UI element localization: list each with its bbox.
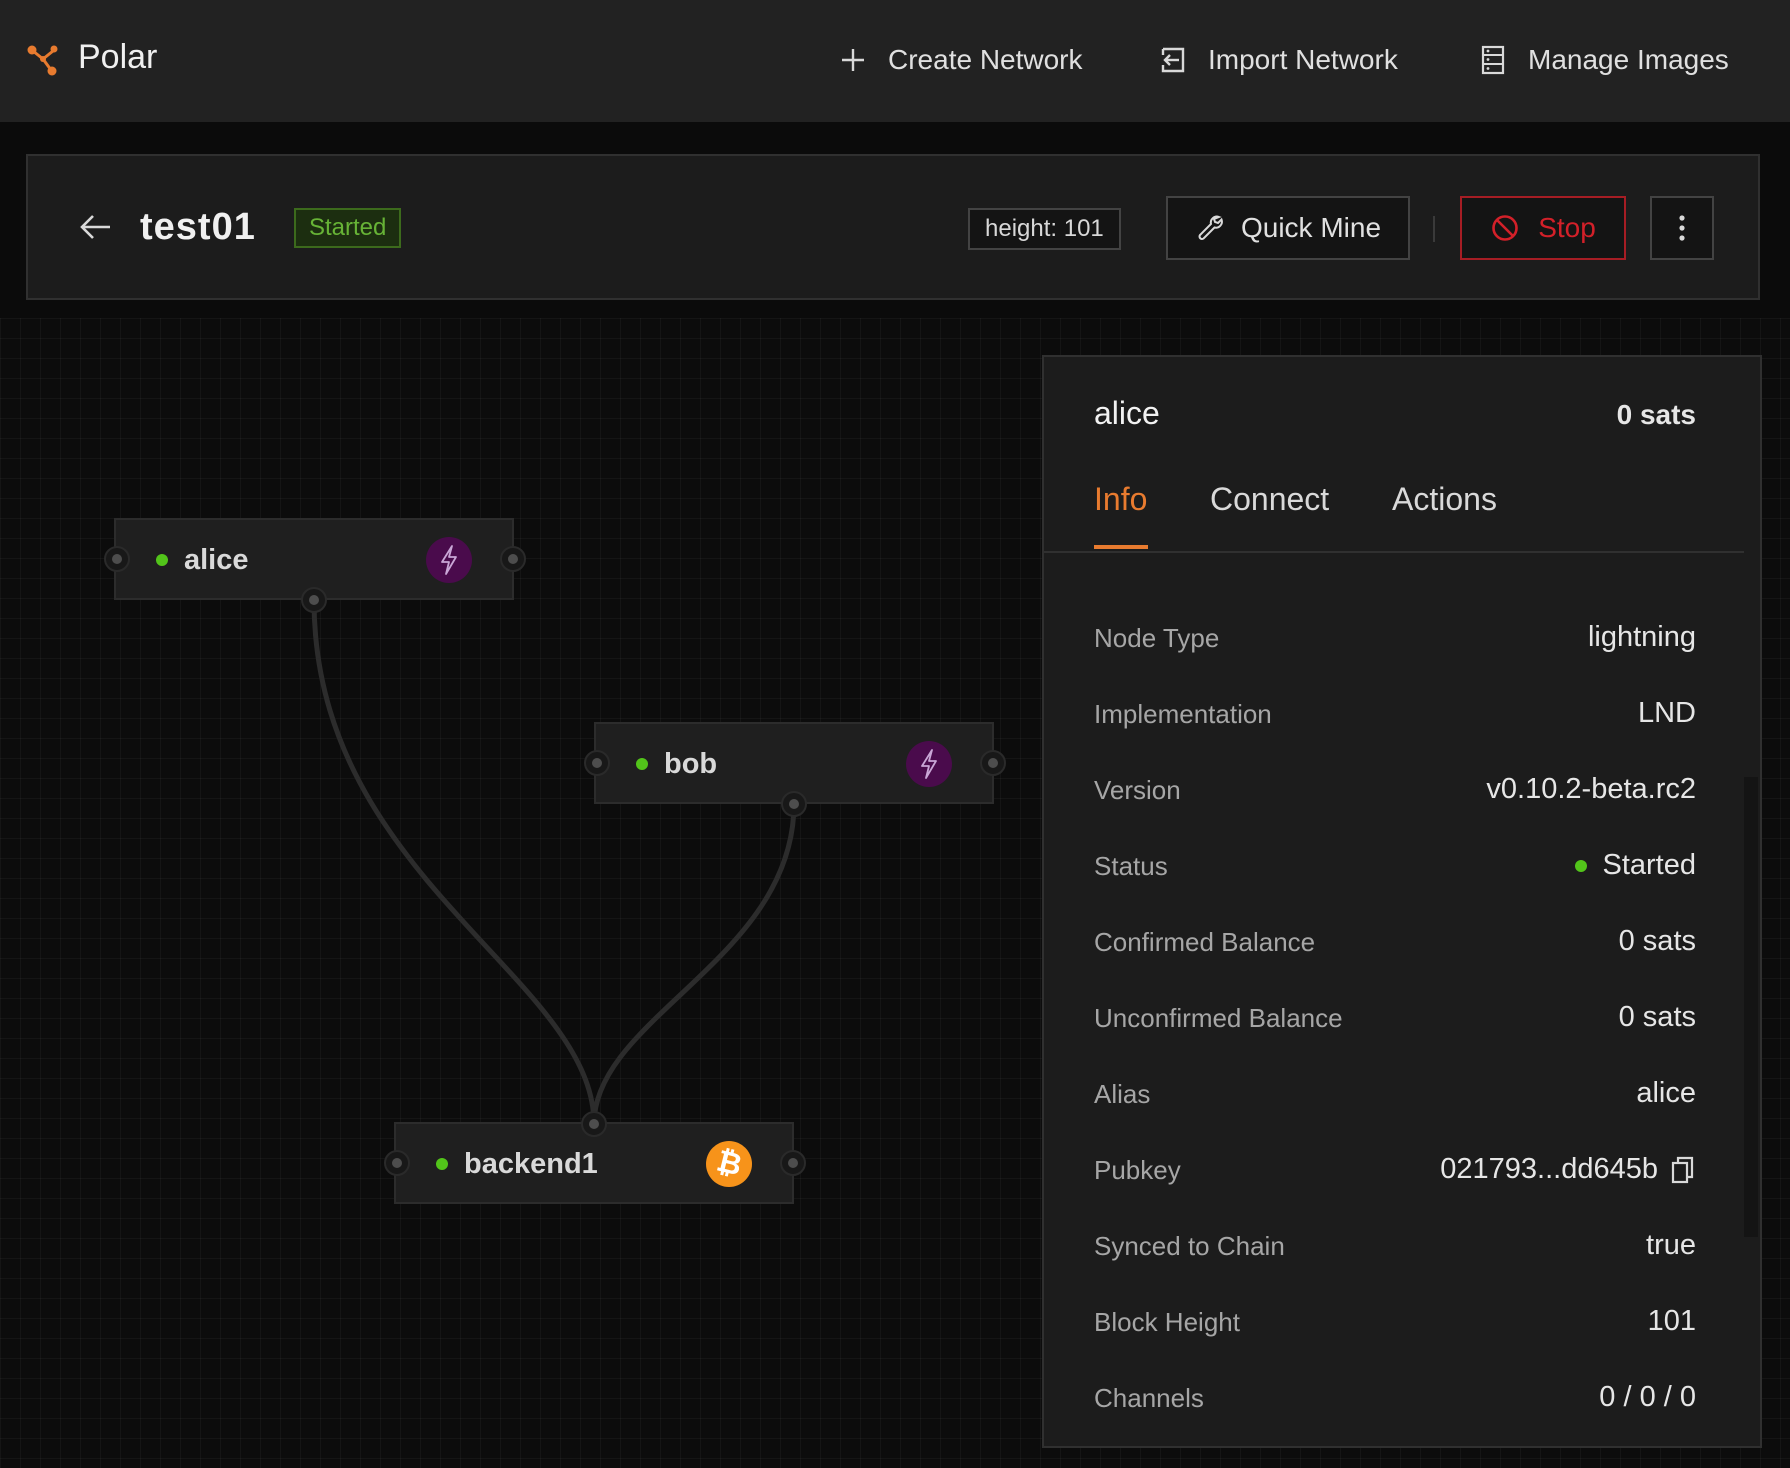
stop-button[interactable]: Stop [1460,196,1626,260]
detail-row-status: Status Started [1094,847,1696,887]
plus-icon [838,45,868,75]
detail-row-channels: Channels 0 / 0 / 0 [1094,1379,1696,1419]
tab-info[interactable]: Info [1094,481,1147,518]
detail-key: Node Type [1094,623,1220,653]
manage-images-label: Manage Images [1528,44,1729,75]
quick-mine-button[interactable]: Quick Mine [1166,196,1410,260]
detail-row-implementation: Implementation LND [1094,695,1696,735]
node-name: backend1 [464,1148,598,1180]
detail-row-confirmed-balance: Confirmed Balance 0 sats [1094,923,1696,963]
link-alice-backend1 [311,599,597,1125]
alice-port-left[interactable] [104,546,130,572]
manage-images-button[interactable]: Manage Images [1478,38,1729,82]
node-name: bob [664,748,718,780]
bitcoin-icon: ₿ [706,1141,752,1187]
detail-value: 101 [1647,1305,1696,1337]
detail-value: 021793...dd645b [1440,1153,1696,1186]
detail-row-block-height: Block Height 101 [1094,1303,1696,1343]
lightning-icon [426,537,472,583]
detail-value: 0 / 0 / 0 [1599,1381,1696,1413]
more-options-button[interactable] [1650,196,1714,260]
stop-icon [1492,215,1518,241]
quick-mine-label: Quick Mine [1240,212,1382,243]
detail-key: Version [1094,775,1181,805]
network-status-badge: Started [294,208,402,248]
import-network-label: Import Network [1208,44,1398,75]
node-status-dot [436,1158,448,1170]
polar-logo-icon [27,45,58,76]
link-bob-backend1 [591,803,797,1125]
more-vertical-icon [1679,215,1685,241]
detail-row-version: Version v0.10.2-beta.rc2 [1094,771,1696,811]
network-toolbar: test01 Started height: 101 Quick Mine St… [26,154,1760,300]
create-network-label: Create Network [888,44,1083,75]
alice-port-right[interactable] [500,546,526,572]
detail-value: v0.10.2-beta.rc2 [1486,773,1696,805]
app-header: Polar Create Network Import Network Mana… [0,0,1790,122]
backend1-port-top[interactable] [581,1111,607,1137]
wrench-icon [1198,215,1223,240]
detail-value: LND [1637,697,1696,729]
detail-key: Pubkey [1094,1155,1181,1185]
app-title: Polar [78,38,158,76]
detail-row-pubkey: Pubkey 021793...dd645b [1094,1151,1696,1191]
import-network-button[interactable]: Import Network [1158,38,1398,82]
detail-row-synced: Synced to Chain true [1094,1227,1696,1267]
bob-port-left[interactable] [584,750,610,776]
detail-key: Channels [1094,1383,1204,1413]
detail-value: alice [1636,1077,1696,1109]
backend1-port-left[interactable] [384,1150,410,1176]
node-details-panel: alice 0 sats Info Connect Actions Node T… [1042,355,1762,1448]
block-height-tag: height: 101 [968,208,1121,250]
create-network-button[interactable]: Create Network [838,38,1083,82]
detail-value: 0 sats [1618,1001,1696,1033]
copy-icon[interactable] [1670,1155,1696,1185]
detail-value: Started [1574,849,1697,882]
panel-scrollbar[interactable] [1744,777,1758,1237]
detail-value: true [1646,1229,1696,1261]
node-name: alice [184,544,249,576]
alice-port-bottom[interactable] [301,587,327,613]
detail-row-node-type: Node Type lightning [1094,619,1696,659]
detail-key: Implementation [1094,699,1272,729]
status-dot [1574,859,1587,872]
pubkey-text: 021793...dd645b [1440,1153,1658,1185]
detail-value: lightning [1587,621,1696,653]
network-name: test01 [140,206,256,248]
detail-row-unconfirmed-balance: Unconfirmed Balance 0 sats [1094,999,1696,1039]
detail-key: Synced to Chain [1094,1231,1285,1261]
node-status-dot [636,758,648,770]
panel-title: alice [1094,395,1160,431]
tab-connect[interactable]: Connect [1210,481,1329,518]
back-arrow-icon[interactable] [78,212,114,242]
detail-key: Block Height [1094,1307,1240,1337]
server-icon [1478,45,1508,75]
detail-value: 0 sats [1618,925,1696,957]
backend1-port-right[interactable] [780,1150,806,1176]
active-tab-indicator [1094,545,1148,549]
panel-tabs: Info Connect Actions [1044,467,1744,553]
stop-label: Stop [1538,212,1596,243]
detail-key: Status [1094,851,1168,881]
detail-key: Confirmed Balance [1094,927,1316,957]
lightning-icon [906,741,952,787]
panel-balance: 0 sats [1616,399,1696,430]
status-text: Started [1602,849,1697,881]
bob-port-right[interactable] [980,750,1006,776]
detail-row-alias: Alias alice [1094,1075,1696,1115]
bob-port-bottom[interactable] [781,791,807,817]
detail-key: Alias [1094,1079,1151,1109]
tab-actions[interactable]: Actions [1392,481,1497,518]
import-icon [1158,45,1188,75]
node-status-dot [156,554,168,566]
detail-key: Unconfirmed Balance [1094,1003,1343,1033]
toolbar-divider [1433,216,1435,242]
